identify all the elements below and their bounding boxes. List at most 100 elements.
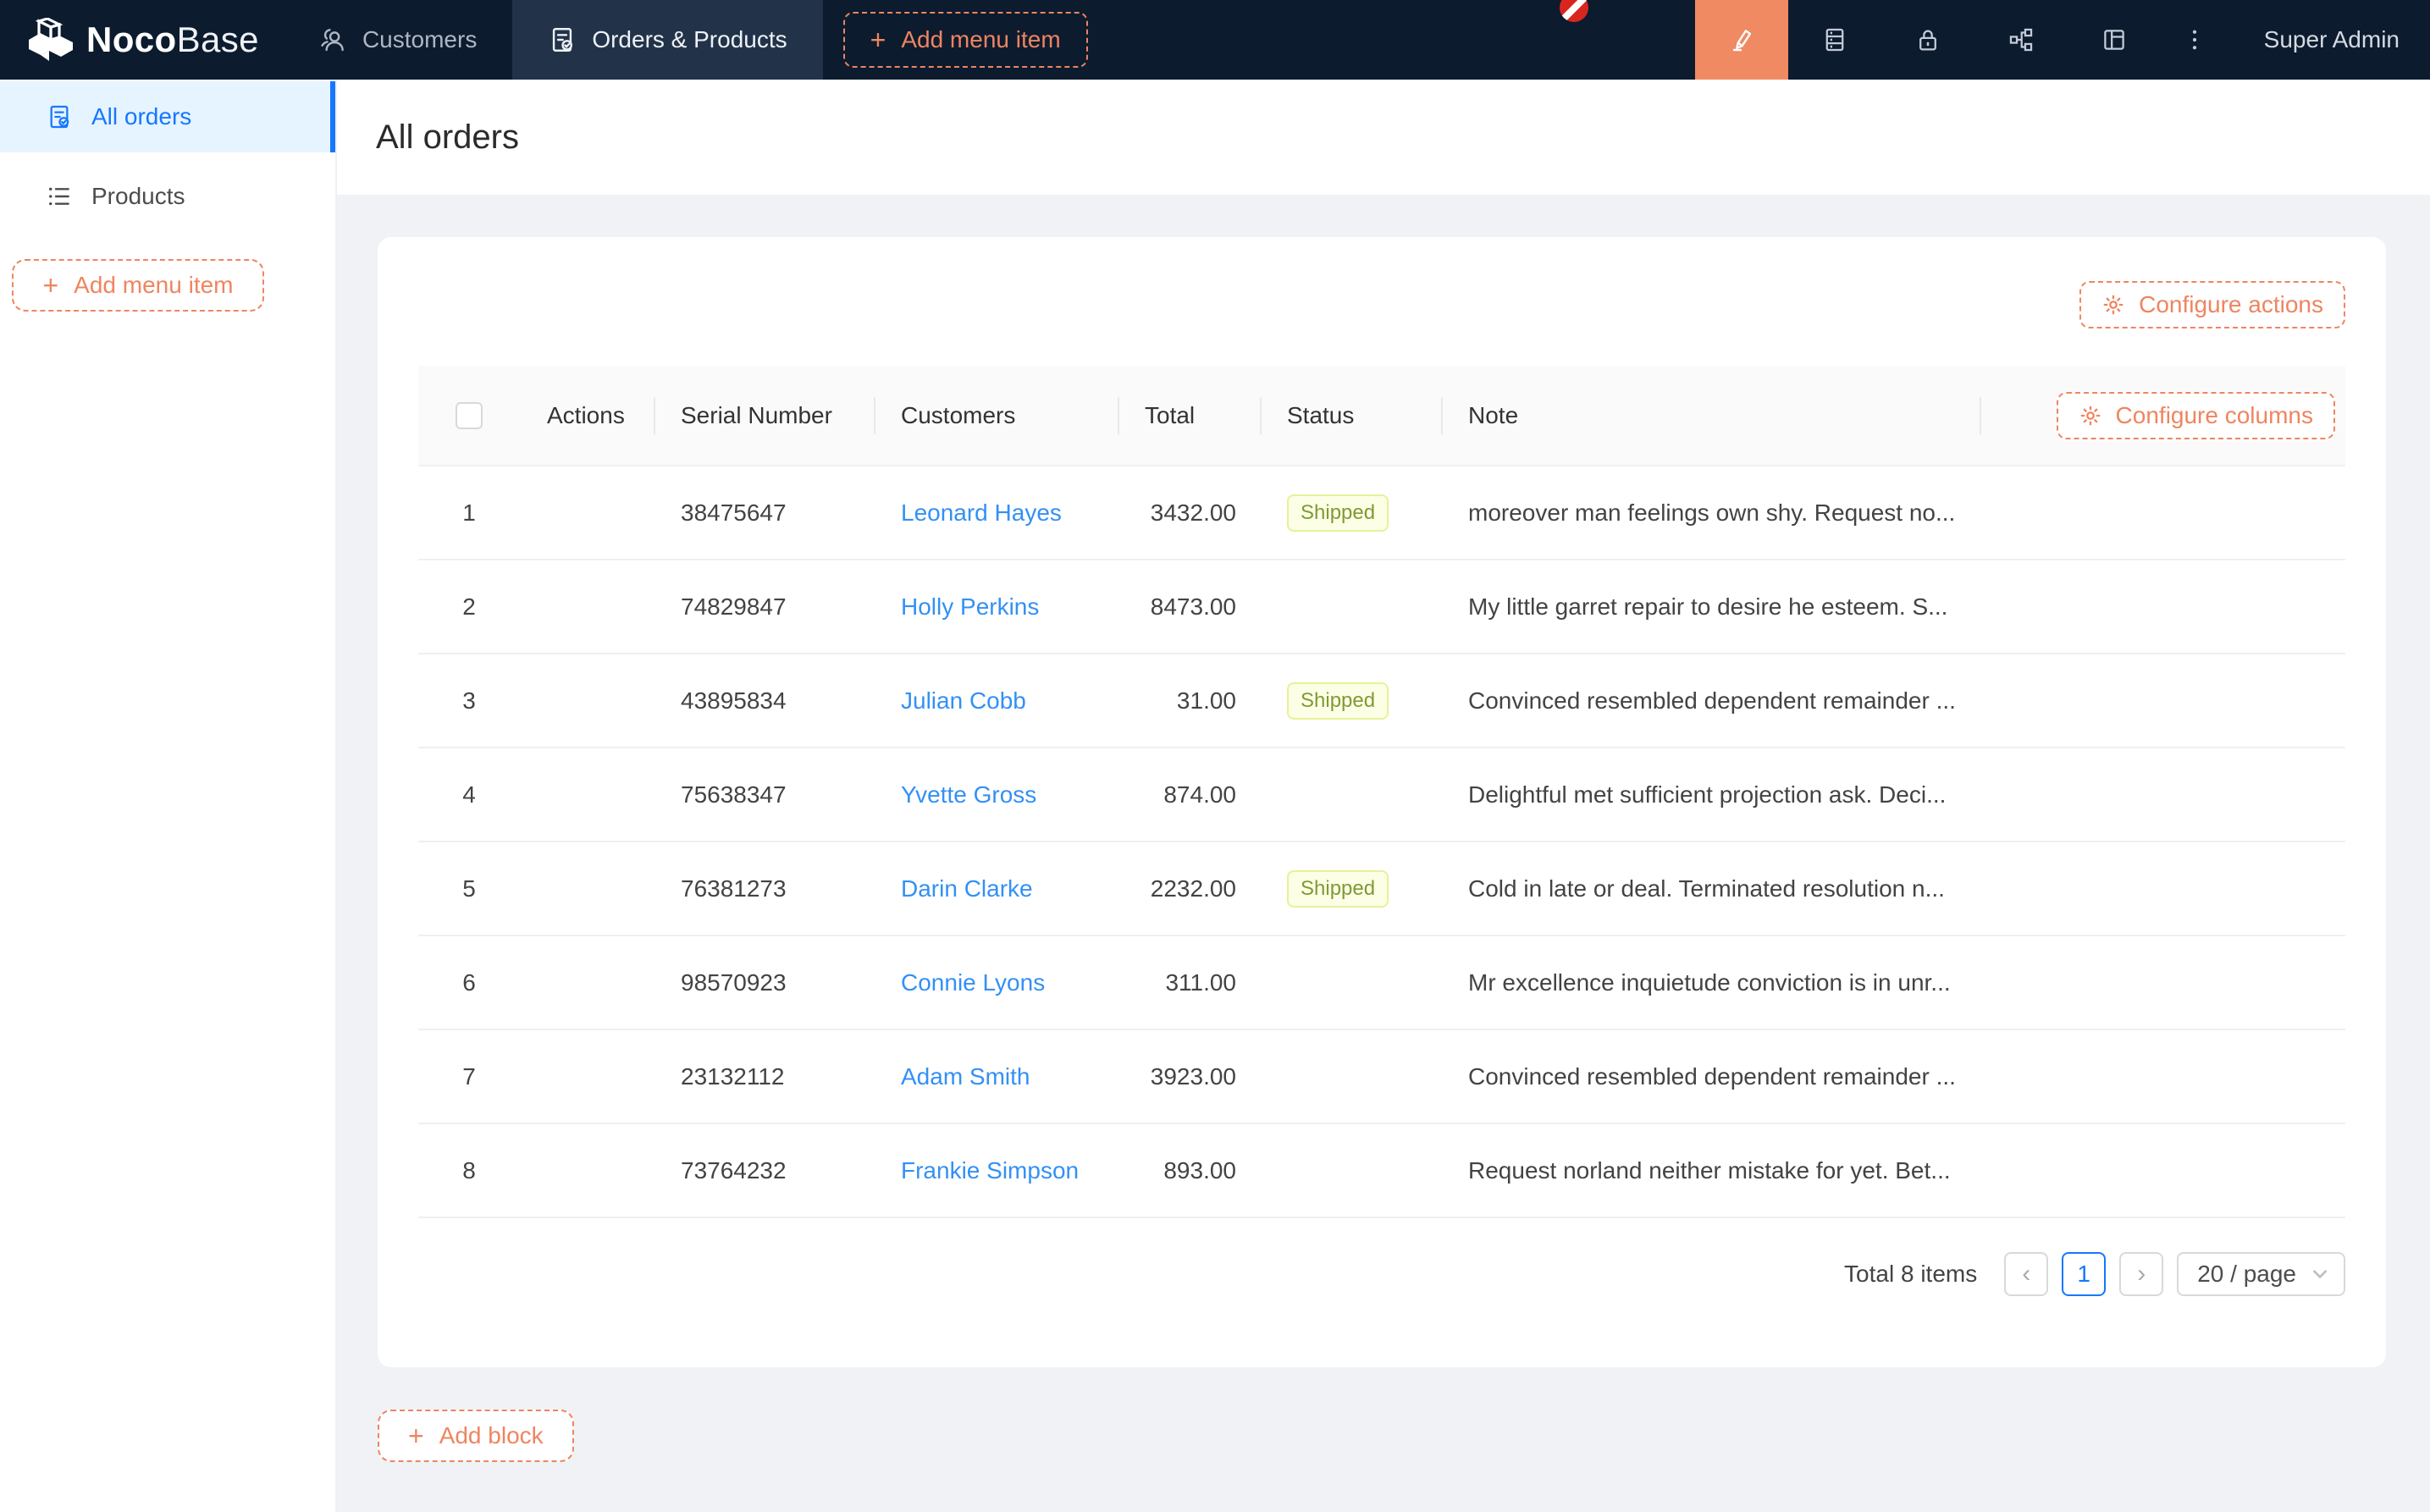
serial-cell: 38475647 [654, 466, 874, 560]
serial-cell: 98570923 [654, 935, 874, 1029]
top-navbar: NocoBase Customers Orders & Products + A… [0, 0, 2430, 80]
workflow-icon[interactable] [1974, 0, 2068, 80]
note-cell: Mr excellence inquietude conviction is i… [1441, 935, 1980, 1029]
column-header-actions: Actions [520, 366, 654, 466]
pagination: Total 8 items ‹ 1 › 20 / page [418, 1252, 2345, 1296]
serial-cell: 43895834 [654, 654, 874, 748]
total-cell: 3432.00 [1118, 466, 1260, 560]
select-all-checkbox[interactable] [456, 402, 483, 429]
plus-icon: + [42, 272, 58, 299]
row-index: 5 [418, 842, 520, 935]
brand-name: NocoBase [86, 22, 259, 58]
serial-cell: 76381273 [654, 842, 874, 935]
ui-editor-highlighter-icon[interactable] [1695, 0, 1788, 80]
note-cell: Request norland neither mistake for yet.… [1441, 1123, 1980, 1217]
sidebar-item-label: All orders [91, 103, 191, 130]
table-row: 5 76381273 Darin Clarke 2232.00 Shipped … [418, 842, 2345, 935]
navbar-add-menu-item-button[interactable]: + Add menu item [843, 12, 1088, 68]
total-cell: 8473.00 [1118, 560, 1260, 654]
table-header-row: Actions Serial Number Customers Total St… [418, 366, 2345, 466]
serial-cell: 75638347 [654, 748, 874, 842]
nocobase-logo-icon [25, 18, 76, 62]
customer-link[interactable]: Leonard Hayes [901, 499, 1062, 526]
gear-icon [2101, 293, 2125, 317]
note-cell: Cold in late or deal. Terminated resolut… [1441, 842, 1980, 935]
sidebar: All orders Products + Add menu item [0, 80, 337, 1512]
plus-icon: + [870, 26, 886, 53]
table-row: 3 43895834 Julian Cobb 31.00 Shipped Con… [418, 654, 2345, 748]
order-document-icon [548, 25, 577, 54]
table-row: 8 73764232 Frankie Simpson 893.00 Reques… [418, 1123, 2345, 1217]
note-cell: Convinced resembled dependent remainder … [1441, 1029, 1980, 1123]
tab-customers[interactable]: Customers [283, 0, 512, 80]
orders-table-card: Configure actions Actions Seria [378, 237, 2386, 1367]
navbar-right-actions: Super Admin [1695, 0, 2430, 80]
row-index: 3 [418, 654, 520, 748]
table-row: 2 74829847 Holly Perkins 8473.00 My litt… [418, 560, 2345, 654]
pagination-total: Total 8 items [1844, 1261, 1977, 1288]
content-area: Configure actions Actions Seria [337, 195, 2430, 1512]
app-window: NocoBase Customers Orders & Products + A… [0, 0, 2430, 1512]
status-badge: Shipped [1287, 682, 1389, 720]
total-cell: 31.00 [1118, 654, 1260, 748]
pagination-next-button[interactable]: › [2119, 1252, 2163, 1296]
row-index: 6 [418, 935, 520, 1029]
row-index: 7 [418, 1029, 520, 1123]
row-index: 1 [418, 466, 520, 560]
user-menu[interactable]: Super Admin [2228, 0, 2430, 80]
list-icon [46, 183, 73, 210]
order-document-icon [46, 103, 73, 130]
users-icon [318, 25, 347, 54]
total-cell: 893.00 [1118, 1123, 1260, 1217]
customer-link[interactable]: Adam Smith [901, 1063, 1030, 1090]
sidebar-item-products[interactable]: Products [0, 161, 335, 232]
pagination-page-1[interactable]: 1 [2062, 1252, 2106, 1296]
note-cell: Convinced resembled dependent remainder … [1441, 654, 1980, 748]
orders-table: Actions Serial Number Customers Total St… [418, 366, 2345, 1218]
sidebar-item-all-orders[interactable]: All orders [0, 81, 335, 152]
main-area: All orders Configure actions [337, 80, 2430, 1512]
table-row: 7 23132112 Adam Smith 3923.00 Convinced … [418, 1029, 2345, 1123]
customer-link[interactable]: Frankie Simpson [901, 1157, 1079, 1184]
row-index: 8 [418, 1123, 520, 1217]
table-row: 6 98570923 Connie Lyons 311.00 Mr excell… [418, 935, 2345, 1029]
status-badge: Shipped [1287, 494, 1389, 532]
gear-icon [2079, 404, 2102, 428]
sidebar-add-menu-item-button[interactable]: + Add menu item [12, 259, 264, 312]
customer-link[interactable]: Darin Clarke [901, 875, 1033, 902]
serial-cell: 74829847 [654, 560, 874, 654]
database-icon[interactable] [1788, 0, 1881, 80]
add-block-button[interactable]: + Add block [378, 1410, 574, 1462]
lock-icon[interactable] [1881, 0, 1974, 80]
table-toolbar: Configure actions [418, 281, 2345, 328]
customer-link[interactable]: Yvette Gross [901, 781, 1036, 808]
column-header-note: Note [1441, 366, 1980, 466]
column-header-customers: Customers [874, 366, 1118, 466]
tab-label: Orders & Products [592, 26, 787, 53]
status-badge: Shipped [1287, 870, 1389, 908]
page-size-select[interactable]: 20 / page [2177, 1252, 2345, 1296]
customer-link[interactable]: Julian Cobb [901, 687, 1026, 714]
total-cell: 874.00 [1118, 748, 1260, 842]
chevron-down-icon [2311, 1266, 2328, 1283]
table-row: 4 75638347 Yvette Gross 874.00 Delightfu… [418, 748, 2345, 842]
column-header-status: Status [1260, 366, 1441, 466]
configure-columns-button[interactable]: Configure columns [2057, 392, 2335, 439]
serial-cell: 23132112 [654, 1029, 874, 1123]
customer-link[interactable]: Holly Perkins [901, 593, 1039, 620]
total-cell: 2232.00 [1118, 842, 1260, 935]
page-title: All orders [376, 119, 519, 157]
pagination-prev-button[interactable]: ‹ [2004, 1252, 2048, 1296]
not-allowed-cursor-icon [1560, 0, 1588, 22]
note-cell: Delightful met sufficient projection ask… [1441, 748, 1980, 842]
more-icon[interactable] [2161, 0, 2228, 80]
column-header-total: Total [1118, 366, 1260, 466]
tab-orders-and-products[interactable]: Orders & Products [512, 0, 822, 80]
plus-icon: + [408, 1422, 424, 1449]
customer-link[interactable]: Connie Lyons [901, 969, 1045, 996]
layout-icon[interactable] [2068, 0, 2161, 80]
row-index: 2 [418, 560, 520, 654]
nocobase-logo[interactable]: NocoBase [0, 0, 283, 80]
row-index: 4 [418, 748, 520, 842]
configure-actions-button[interactable]: Configure actions [2079, 281, 2345, 328]
